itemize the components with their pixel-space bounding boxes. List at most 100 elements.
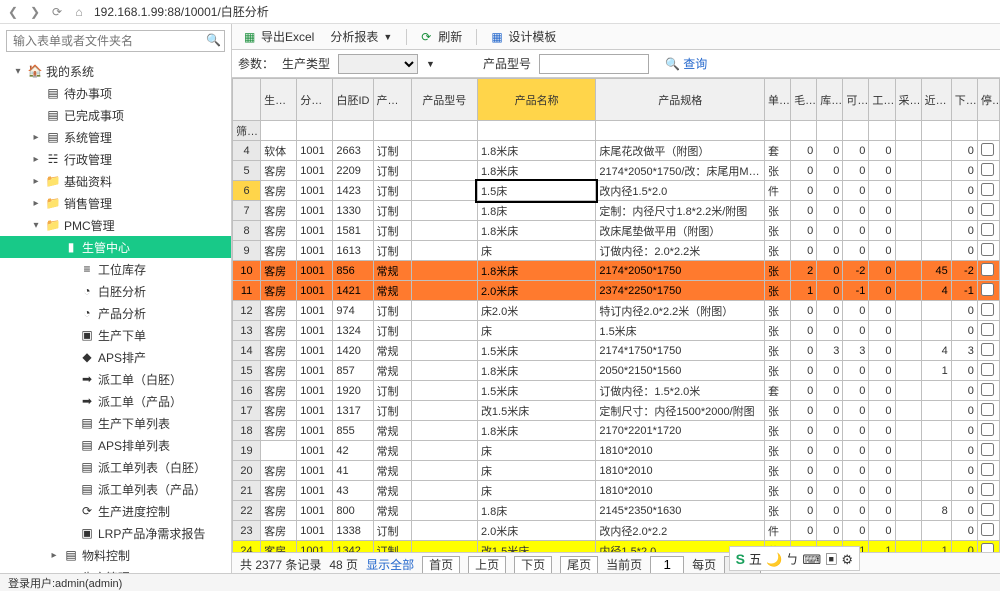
- cell[interactable]: 1001: [297, 281, 333, 301]
- cell[interactable]: [411, 301, 477, 321]
- cell[interactable]: 0: [869, 141, 895, 161]
- cell[interactable]: 2.0米床: [477, 521, 595, 541]
- cell[interactable]: 订制: [373, 221, 411, 241]
- cell[interactable]: [411, 381, 477, 401]
- cell[interactable]: 客房: [261, 321, 297, 341]
- disable-checkbox[interactable]: [981, 143, 994, 156]
- cell[interactable]: 改内径2.0*2.2: [596, 521, 765, 541]
- table-row[interactable]: 12客房1001974订制床2.0米特订内径2.0*2.2米（附图）张00000: [233, 301, 1000, 321]
- cell[interactable]: 件: [765, 521, 791, 541]
- cell[interactable]: 1: [921, 361, 951, 381]
- cell[interactable]: 常规: [373, 261, 411, 281]
- disable-checkbox[interactable]: [981, 163, 994, 176]
- cell[interactable]: 1.8床: [477, 501, 595, 521]
- row-number[interactable]: 4: [233, 141, 261, 161]
- cell[interactable]: 0: [951, 541, 977, 553]
- prev-page-button[interactable]: 上页: [468, 556, 506, 574]
- cell[interactable]: 常规: [373, 341, 411, 361]
- cell[interactable]: 1001: [297, 381, 333, 401]
- cell[interactable]: [411, 361, 477, 381]
- cell[interactable]: [411, 481, 477, 501]
- filter-cell[interactable]: [411, 121, 477, 141]
- cell[interactable]: 客房: [261, 361, 297, 381]
- cell[interactable]: 0: [951, 181, 977, 201]
- tree-item[interactable]: ▮生管中心: [0, 236, 231, 258]
- cell[interactable]: [411, 341, 477, 361]
- cell[interactable]: 0: [843, 201, 869, 221]
- cell[interactable]: 4: [921, 341, 951, 361]
- cell[interactable]: 1001: [297, 361, 333, 381]
- cell[interactable]: 1001: [297, 521, 333, 541]
- cell[interactable]: 0: [869, 221, 895, 241]
- filter-cell[interactable]: [951, 121, 977, 141]
- cell[interactable]: 客房: [261, 161, 297, 181]
- search-input[interactable]: [6, 30, 225, 52]
- row-number[interactable]: 19: [233, 441, 261, 461]
- cell[interactable]: 0: [951, 501, 977, 521]
- cell[interactable]: [895, 541, 921, 553]
- cell[interactable]: 1613: [333, 241, 373, 261]
- cell[interactable]: 1.8米床: [477, 361, 595, 381]
- cell[interactable]: 0: [791, 221, 817, 241]
- cell[interactable]: 1001: [297, 241, 333, 261]
- row-number[interactable]: 21: [233, 481, 261, 501]
- tree-item[interactable]: ▤派工单列表（白胚）: [0, 456, 231, 478]
- cell[interactable]: 床: [477, 441, 595, 461]
- cell[interactable]: 0: [791, 501, 817, 521]
- cell[interactable]: 0: [791, 341, 817, 361]
- cell[interactable]: 张: [765, 161, 791, 181]
- cell[interactable]: 客房: [261, 501, 297, 521]
- table-row[interactable]: 4软体10012663订制1.8米床床尾花改做平（附图）套00000: [233, 141, 1000, 161]
- cell[interactable]: 0: [951, 381, 977, 401]
- filter-cell[interactable]: [791, 121, 817, 141]
- cell[interactable]: 974: [333, 301, 373, 321]
- cell[interactable]: 订制: [373, 381, 411, 401]
- refresh-button[interactable]: ⟳刷新: [415, 26, 468, 47]
- cell[interactable]: 0: [843, 321, 869, 341]
- row-number[interactable]: 18: [233, 421, 261, 441]
- cell[interactable]: 1.5米床: [596, 321, 765, 341]
- cell[interactable]: 1001: [297, 421, 333, 441]
- cell[interactable]: 0: [843, 501, 869, 521]
- cell[interactable]: 张: [765, 361, 791, 381]
- cell[interactable]: 客房: [261, 181, 297, 201]
- disable-checkbox[interactable]: [981, 223, 994, 236]
- cell[interactable]: 0: [869, 201, 895, 221]
- cell[interactable]: [895, 501, 921, 521]
- last-page-button[interactable]: 尾页: [560, 556, 598, 574]
- cell[interactable]: 0: [869, 341, 895, 361]
- cell[interactable]: 2663: [333, 141, 373, 161]
- cell[interactable]: 0: [869, 281, 895, 301]
- cell[interactable]: 42: [333, 441, 373, 461]
- cell[interactable]: 2050*2150*1560: [596, 361, 765, 381]
- cell[interactable]: 1001: [297, 501, 333, 521]
- cell[interactable]: 0: [869, 401, 895, 421]
- cell[interactable]: 2174*2050*1750: [596, 261, 765, 281]
- cell[interactable]: 1.5床: [477, 181, 595, 201]
- cell[interactable]: [895, 401, 921, 421]
- cell[interactable]: 855: [333, 421, 373, 441]
- cell[interactable]: 1001: [297, 161, 333, 181]
- cell[interactable]: 41: [333, 461, 373, 481]
- cell[interactable]: [921, 301, 951, 321]
- cell[interactable]: 改床尾垫做平用（附图）: [596, 221, 765, 241]
- cell[interactable]: 0: [817, 501, 843, 521]
- cell[interactable]: [895, 241, 921, 261]
- cell[interactable]: 1001: [297, 181, 333, 201]
- row-number[interactable]: 13: [233, 321, 261, 341]
- cell[interactable]: 0: [869, 361, 895, 381]
- table-row[interactable]: 8客房10011581订制1.8米床改床尾垫做平用（附图）张00000: [233, 221, 1000, 241]
- cell[interactable]: 客房: [261, 521, 297, 541]
- cell[interactable]: 0: [843, 141, 869, 161]
- cell[interactable]: 0: [869, 421, 895, 441]
- disable-checkbox[interactable]: [981, 343, 994, 356]
- cell[interactable]: 床: [477, 481, 595, 501]
- cell[interactable]: [895, 221, 921, 241]
- report-button[interactable]: 分析报表▼: [324, 26, 398, 47]
- cell[interactable]: 1001: [297, 221, 333, 241]
- disable-checkbox[interactable]: [981, 363, 994, 376]
- cell[interactable]: 0: [869, 161, 895, 181]
- cell[interactable]: [921, 381, 951, 401]
- cell[interactable]: [411, 461, 477, 481]
- cell[interactable]: 客房: [261, 381, 297, 401]
